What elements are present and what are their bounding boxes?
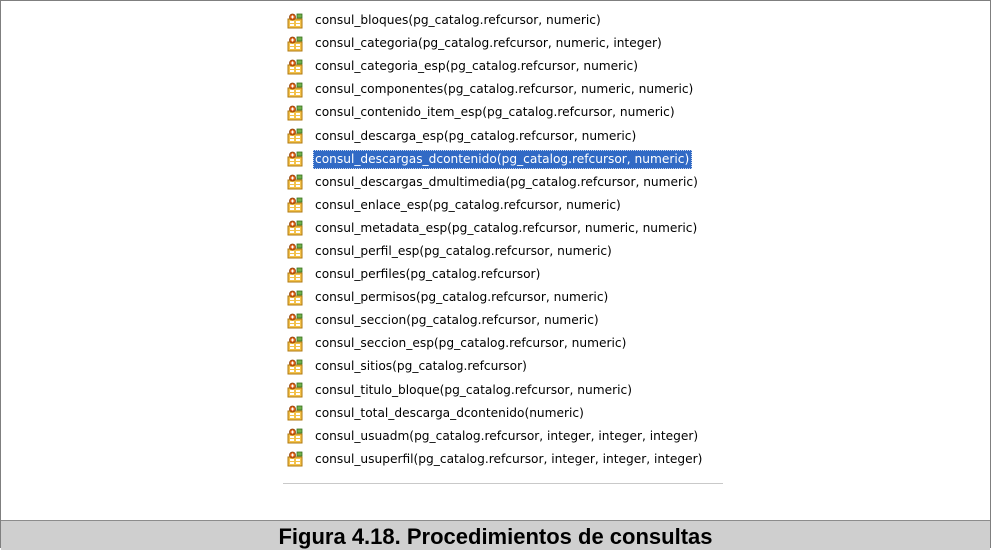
function-icon [287, 290, 303, 306]
tree-item[interactable]: consul_categoria_esp(pg_catalog.refcurso… [283, 55, 724, 78]
function-icon [287, 382, 303, 398]
tree-item[interactable]: consul_seccion_esp(pg_catalog.refcursor,… [283, 332, 724, 355]
function-icon [287, 267, 303, 283]
function-icon [287, 428, 303, 444]
tree-item[interactable]: consul_usuperfil(pg_catalog.refcursor, i… [283, 448, 724, 471]
function-icon [287, 405, 303, 421]
tree-item[interactable]: consul_permisos(pg_catalog.refcursor, nu… [283, 286, 724, 309]
function-icon [287, 451, 303, 467]
tree-item[interactable]: consul_bloques(pg_catalog.refcursor, num… [283, 9, 724, 32]
tree-item-label: consul_usuadm(pg_catalog.refcursor, inte… [315, 428, 699, 443]
tree-item[interactable]: consul_total_descarga_dcontenido(numeric… [283, 402, 724, 425]
function-icon [287, 336, 303, 352]
tree-item-label: consul_permisos(pg_catalog.refcursor, nu… [315, 290, 609, 305]
function-icon [287, 59, 303, 75]
tree-item[interactable]: consul_contenido_item_esp(pg_catalog.ref… [283, 101, 724, 124]
tree-item-label: consul_total_descarga_dcontenido(numeric… [315, 405, 584, 420]
tree-item[interactable]: consul_perfiles(pg_catalog.refcursor) [283, 263, 724, 286]
tree-item-selected[interactable]: consul_descargas_dcontenido(pg_catalog.r… [283, 148, 724, 171]
function-icon [287, 13, 303, 29]
tree-item-label: consul_metadata_esp(pg_catalog.refcursor… [315, 220, 698, 235]
function-icon [287, 151, 303, 167]
tree-item[interactable]: consul_componentes(pg_catalog.refcursor,… [283, 78, 724, 101]
tree-item-label: consul_bloques(pg_catalog.refcursor, num… [315, 13, 601, 28]
tree-item-label: consul_enlace_esp(pg_catalog.refcursor, … [315, 197, 621, 212]
function-icon [287, 105, 303, 121]
tree-item-label: consul_sitios(pg_catalog.refcursor) [315, 359, 527, 374]
tree-item-label: consul_categoria_esp(pg_catalog.refcurso… [315, 59, 639, 74]
tree-item[interactable]: consul_enlace_esp(pg_catalog.refcursor, … [283, 194, 724, 217]
function-icon [287, 174, 303, 190]
function-icon [287, 313, 303, 329]
tree-item-label: consul_descargas_dcontenido(pg_catalog.r… [313, 149, 693, 169]
tree-item[interactable]: consul_descargas_dmultimedia(pg_catalog.… [283, 171, 724, 194]
function-icon [287, 220, 303, 236]
tree-item-label: consul_seccion(pg_catalog.refcursor, num… [315, 313, 599, 328]
tree-item-label: consul_componentes(pg_catalog.refcursor,… [315, 82, 694, 97]
tree-item-label: consul_descargas_dmultimedia(pg_catalog.… [315, 174, 698, 189]
tree-item[interactable]: consul_seccion(pg_catalog.refcursor, num… [283, 309, 724, 332]
tree-item-label: consul_seccion_esp(pg_catalog.refcursor,… [315, 336, 627, 351]
tree-item[interactable]: consul_perfil_esp(pg_catalog.refcursor, … [283, 240, 724, 263]
function-icon [287, 82, 303, 98]
tree-item[interactable]: consul_titulo_bloque(pg_catalog.refcurso… [283, 379, 724, 402]
tree-item[interactable]: consul_descarga_esp(pg_catalog.refcursor… [283, 124, 724, 147]
tree-item[interactable]: consul_categoria(pg_catalog.refcursor, n… [283, 32, 724, 55]
tree-item-label: consul_contenido_item_esp(pg_catalog.ref… [315, 105, 675, 120]
figure-frame: consul_bloques(pg_catalog.refcursor, num… [0, 0, 991, 550]
function-icon [287, 359, 303, 375]
tree-item-label: consul_titulo_bloque(pg_catalog.refcurso… [315, 382, 632, 397]
function-tree-list: consul_bloques(pg_catalog.refcursor, num… [283, 9, 724, 471]
caption-bar: Figura 4.18. Procedimientos de consultas [1, 520, 990, 550]
function-icon [287, 36, 303, 52]
tree-item[interactable]: consul_sitios(pg_catalog.refcursor) [283, 355, 724, 378]
list-bottom-divider [283, 483, 723, 484]
tree-item-label: consul_categoria(pg_catalog.refcursor, n… [315, 36, 662, 51]
tree-item[interactable]: consul_metadata_esp(pg_catalog.refcursor… [283, 217, 724, 240]
tree-item-label: consul_perfiles(pg_catalog.refcursor) [315, 267, 541, 282]
figure-caption: Figura 4.18. Procedimientos de consultas [278, 524, 713, 549]
function-icon [287, 197, 303, 213]
tree-item[interactable]: consul_usuadm(pg_catalog.refcursor, inte… [283, 425, 724, 448]
function-icon [287, 128, 303, 144]
function-icon [287, 244, 303, 259]
tree-item-label: consul_descarga_esp(pg_catalog.refcursor… [315, 128, 637, 143]
tree-item-label: consul_usuperfil(pg_catalog.refcursor, i… [315, 451, 703, 466]
tree-item-label: consul_perfil_esp(pg_catalog.refcursor, … [315, 243, 612, 258]
